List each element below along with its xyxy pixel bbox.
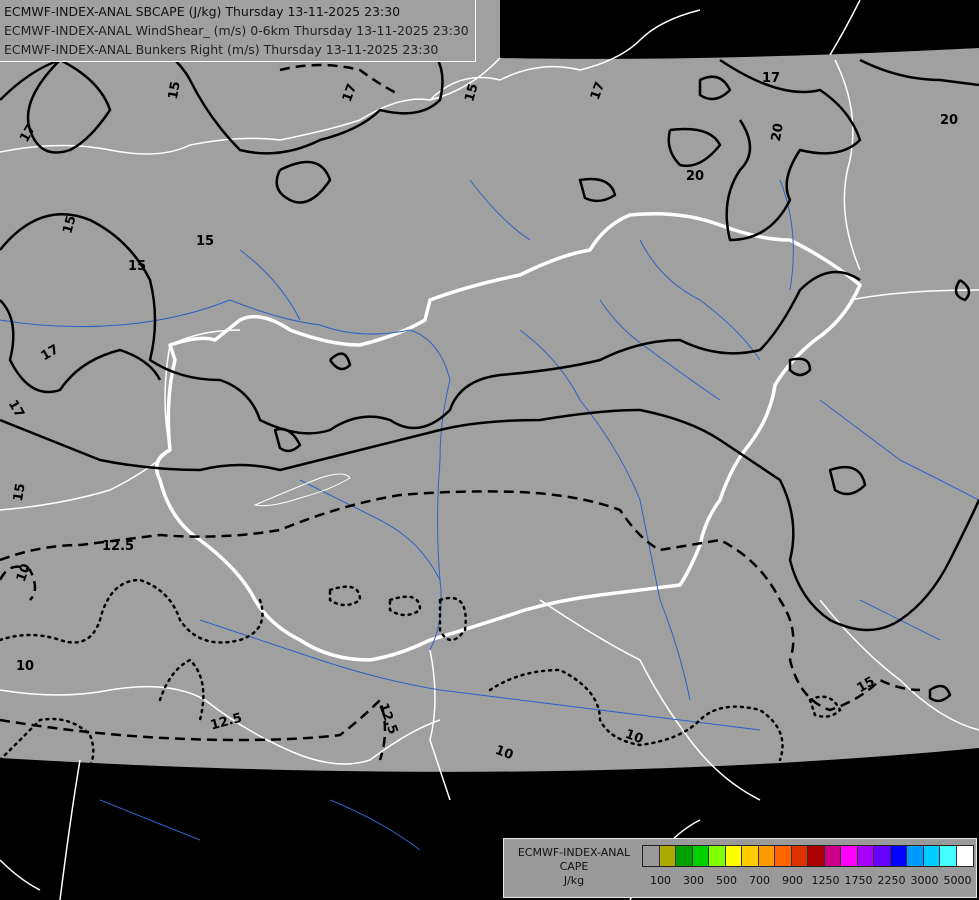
contour-label: 15: [11, 482, 29, 502]
legend-swatch: [643, 846, 660, 866]
legend-swatch: [725, 846, 742, 866]
weather-map: 15 17 15 17 17 20 20 20 15 15 15 17 17 1…: [0, 0, 979, 900]
title-sbcape: ECMWF-INDEX-ANAL SBCAPE (J/kg) Thursday …: [4, 4, 401, 19]
legend-swatch: [874, 846, 891, 866]
contour-label: 12.5: [102, 539, 134, 554]
contour-label: 15: [166, 80, 184, 100]
legend-swatch: [890, 846, 907, 866]
legend-title: ECMWF-INDEX-ANAL CAPE J/kg: [510, 846, 638, 888]
legend-ticks: 100 300 500 700 900 1250 1750 2250 3000 5000: [642, 874, 972, 888]
legend-swatch: [940, 846, 957, 866]
legend-tick-label: 100: [650, 874, 671, 887]
contour-label: 17: [762, 71, 780, 86]
legend-swatch: [907, 846, 924, 866]
legend-swatch: [824, 846, 841, 866]
legend-tick-label: 5000: [943, 874, 972, 887]
cape-legend: ECMWF-INDEX-ANAL CAPE J/kg 100 300 500 700 9…: [503, 838, 977, 898]
legend-swatches: [642, 845, 974, 867]
legend-swatch: [659, 846, 676, 866]
legend-swatch: [758, 846, 775, 866]
legend-tick-label: 1250: [811, 874, 840, 887]
legend-swatch: [791, 846, 808, 866]
contour-label: 10: [16, 659, 34, 674]
legend-title-line: ECMWF-INDEX-ANAL: [517, 846, 631, 859]
legend-swatch: [742, 846, 759, 866]
legend-swatch: [775, 846, 792, 866]
legend-tick-label: 700: [749, 874, 770, 887]
map-title-box: ECMWF-INDEX-ANAL SBCAPE (J/kg) Thursday …: [0, 0, 476, 62]
legend-tick-label: 1750: [844, 874, 873, 887]
contour-label: 20: [769, 122, 787, 142]
legend-tick-label: 3000: [910, 874, 939, 887]
legend-title-line: CAPE: [559, 860, 589, 873]
legend-swatch: [709, 846, 726, 866]
legend-tick-label: 2250: [877, 874, 906, 887]
legend-swatch: [841, 846, 858, 866]
contour-label: 20: [940, 113, 958, 128]
legend-tick-label: 500: [716, 874, 737, 887]
contour-label: 15: [196, 234, 214, 249]
legend-swatch: [692, 846, 709, 866]
title-windshear: ECMWF-INDEX-ANAL WindShear_ (m/s) 0-6km …: [4, 23, 469, 38]
contour-label: 20: [686, 169, 704, 184]
legend-tick-label: 900: [782, 874, 803, 887]
legend-swatch: [923, 846, 940, 866]
legend-swatch: [808, 846, 825, 866]
legend-swatch: [956, 846, 973, 866]
contour-label: 15: [128, 259, 146, 274]
legend-tick-label: 300: [683, 874, 704, 887]
legend-title-line: J/kg: [563, 874, 585, 887]
legend-swatch: [676, 846, 693, 866]
legend-swatch: [857, 846, 874, 866]
title-bunkers: ECMWF-INDEX-ANAL Bunkers Right (m/s) Thu…: [4, 42, 439, 57]
model-domain: [0, 0, 979, 772]
